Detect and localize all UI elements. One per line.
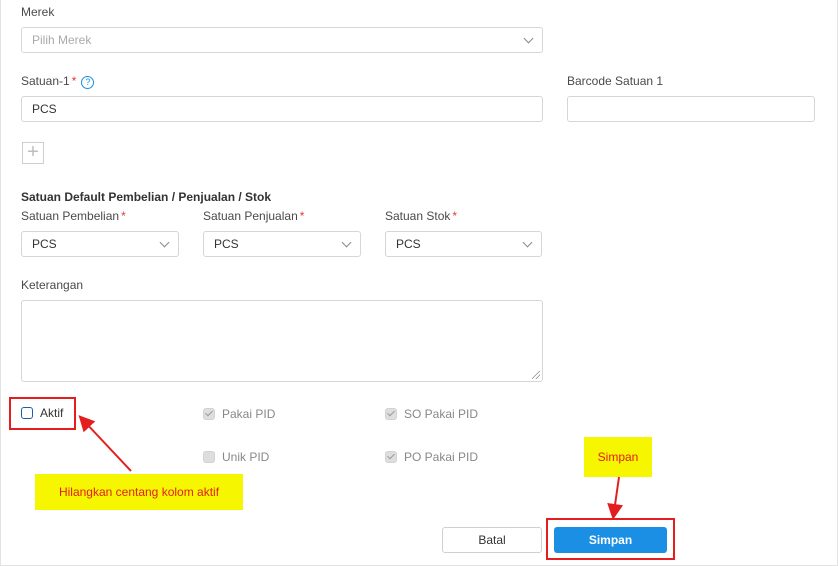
sales-unit-label-group: Satuan Penjualan * — [203, 209, 304, 223]
purchase-unit-label-group: Satuan Pembelian * — [21, 209, 126, 223]
unik-pid-checkbox-row: Unik PID — [203, 450, 269, 464]
barcode-label: Barcode Satuan 1 — [567, 74, 664, 88]
default-unit-title: Satuan Default Pembelian / Penjualan / S… — [21, 190, 272, 204]
chevron-down-icon — [159, 237, 170, 248]
cancel-button[interactable]: Batal — [442, 527, 542, 553]
brand-placeholder: Pilih Merek — [32, 33, 92, 47]
unit1-input[interactable]: PCS — [21, 96, 543, 122]
unik-pid-label: Unik PID — [222, 450, 270, 464]
pakai-pid-label: Pakai PID — [222, 407, 276, 421]
brand-label: Merek — [21, 5, 55, 19]
unit1-value: PCS — [32, 102, 57, 116]
brand-select[interactable]: Pilih Merek — [21, 27, 543, 53]
unik-pid-checkbox — [203, 451, 215, 463]
po-pakai-pid-label: PO Pakai PID — [404, 450, 479, 464]
arrow-to-save — [607, 476, 624, 520]
so-pakai-pid-label: SO Pakai PID — [404, 407, 479, 421]
pakai-pid-checkbox-row: Pakai PID — [203, 407, 275, 421]
chevron-down-icon — [522, 237, 533, 248]
so-pakai-pid-checkbox — [385, 408, 397, 420]
resize-handle-icon[interactable] — [532, 371, 540, 379]
arrow-to-active — [78, 415, 132, 472]
so-pakai-pid-checkbox-row: SO Pakai PID — [385, 407, 478, 421]
po-pakai-pid-checkbox-row: PO Pakai PID — [385, 450, 478, 464]
purchase-unit-select[interactable]: PCS — [21, 231, 179, 257]
purchase-unit-value: PCS — [32, 237, 57, 251]
notes-label: Keterangan — [21, 278, 84, 292]
unit1-label-group: Satuan-1 *? — [21, 74, 95, 89]
chevron-down-icon — [523, 33, 534, 44]
pakai-pid-checkbox — [203, 408, 215, 420]
uncheck-annotation: Hilangkan centang kolom aktif — [35, 474, 243, 510]
save-highlight-box — [546, 518, 675, 560]
chevron-down-icon — [341, 237, 352, 248]
save-annotation: Simpan — [584, 437, 652, 477]
stock-unit-label-group: Satuan Stok * — [385, 209, 457, 223]
po-pakai-pid-checkbox — [385, 451, 397, 463]
barcode-input[interactable] — [567, 96, 815, 122]
required-mark: * — [121, 209, 126, 223]
sales-unit-select[interactable]: PCS — [203, 231, 361, 257]
notes-textarea[interactable] — [21, 300, 543, 382]
plus-icon[interactable]: + — [22, 142, 44, 164]
unit1-label: Satuan-1 — [21, 74, 70, 88]
purchase-unit-label: Satuan Pembelian — [21, 209, 120, 223]
required-mark: * — [71, 74, 77, 88]
sales-unit-label: Satuan Penjualan — [203, 209, 298, 223]
stock-unit-select[interactable]: PCS — [385, 231, 542, 257]
required-mark: * — [299, 209, 305, 223]
required-mark: * — [452, 209, 458, 223]
question-circle-icon[interactable]: ? — [81, 76, 95, 89]
stock-unit-value: PCS — [396, 237, 421, 251]
sales-unit-value: PCS — [214, 237, 239, 251]
stock-unit-label: Satuan Stok — [385, 209, 451, 223]
frame-left-border — [0, 0, 1, 566]
active-highlight-box — [9, 397, 76, 430]
